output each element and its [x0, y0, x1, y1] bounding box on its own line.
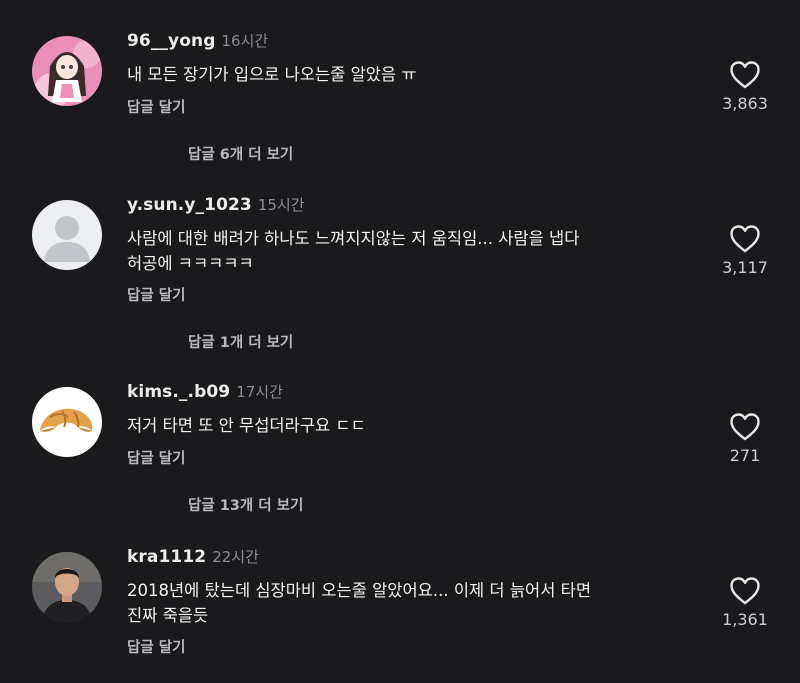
avatar[interactable] — [32, 36, 102, 106]
reply-button[interactable]: 답글 달기 — [127, 447, 185, 468]
default-user-avatar-image — [32, 200, 102, 270]
view-more-replies-button[interactable]: 답글 1개 더 보기 — [188, 331, 293, 352]
timestamp: 17시간 — [236, 383, 283, 401]
view-more-replies-button[interactable]: 답글 6개 더 보기 — [188, 143, 293, 164]
heart-outline-icon[interactable] — [729, 60, 761, 90]
avatar[interactable] — [32, 552, 102, 622]
username[interactable]: kra1112 — [127, 547, 206, 567]
reply-button[interactable]: 답글 달기 — [127, 636, 185, 657]
timestamp: 15시간 — [257, 196, 305, 214]
like-count: 271 — [729, 446, 761, 465]
croissant-avatar-image — [32, 387, 102, 457]
timestamp: 16시간 — [221, 32, 269, 50]
reply-button[interactable]: 답글 달기 — [127, 96, 185, 117]
comment-text: 2018년에 탔는데 심장마비 오는줄 알았어요... 이제 더 늙어서 타면 … — [127, 581, 592, 625]
username[interactable]: y.sun.y_1023 — [127, 195, 252, 215]
timestamp: 22시간 — [212, 548, 259, 566]
username[interactable]: 96__yong — [127, 31, 216, 51]
comment-text: 사람에 대한 배려가 하나도 느껴지지않는 저 움직임... 사람을 냅다 허공… — [127, 229, 580, 273]
comment-text: 저거 타면 또 안 무섭더라구요 ㄷㄷ — [127, 416, 366, 435]
like-group: 1,361 — [715, 576, 775, 629]
heart-outline-icon[interactable] — [729, 576, 761, 606]
comment-header: y.sun.y_1023 15시간 — [127, 194, 305, 215]
heart-outline-icon[interactable] — [729, 224, 761, 254]
like-count: 3,117 — [722, 258, 768, 277]
comment-header: kra1112 22시간 — [127, 546, 259, 567]
like-group: 3,863 — [715, 60, 775, 113]
avatar[interactable] — [32, 387, 102, 457]
reply-button[interactable]: 답글 달기 — [127, 284, 185, 305]
avatar[interactable] — [32, 200, 102, 270]
like-count: 1,361 — [722, 610, 768, 629]
like-group: 3,117 — [715, 224, 775, 277]
username[interactable]: kims._.b09 — [127, 382, 230, 402]
comment-header: 96__yong 16시간 — [127, 30, 268, 51]
heart-outline-icon[interactable] — [729, 412, 761, 442]
like-count: 3,863 — [722, 94, 768, 113]
anime-girl-avatar-image — [32, 36, 102, 106]
view-more-replies-button[interactable]: 답글 13개 더 보기 — [188, 494, 303, 515]
comment-header: kims._.b09 17시간 — [127, 381, 283, 402]
like-group: 271 — [715, 412, 775, 465]
man-photo-avatar-image — [32, 552, 102, 622]
comment-text: 내 모든 장기가 입으로 나오는줄 알았음 ㅠ — [127, 65, 417, 84]
